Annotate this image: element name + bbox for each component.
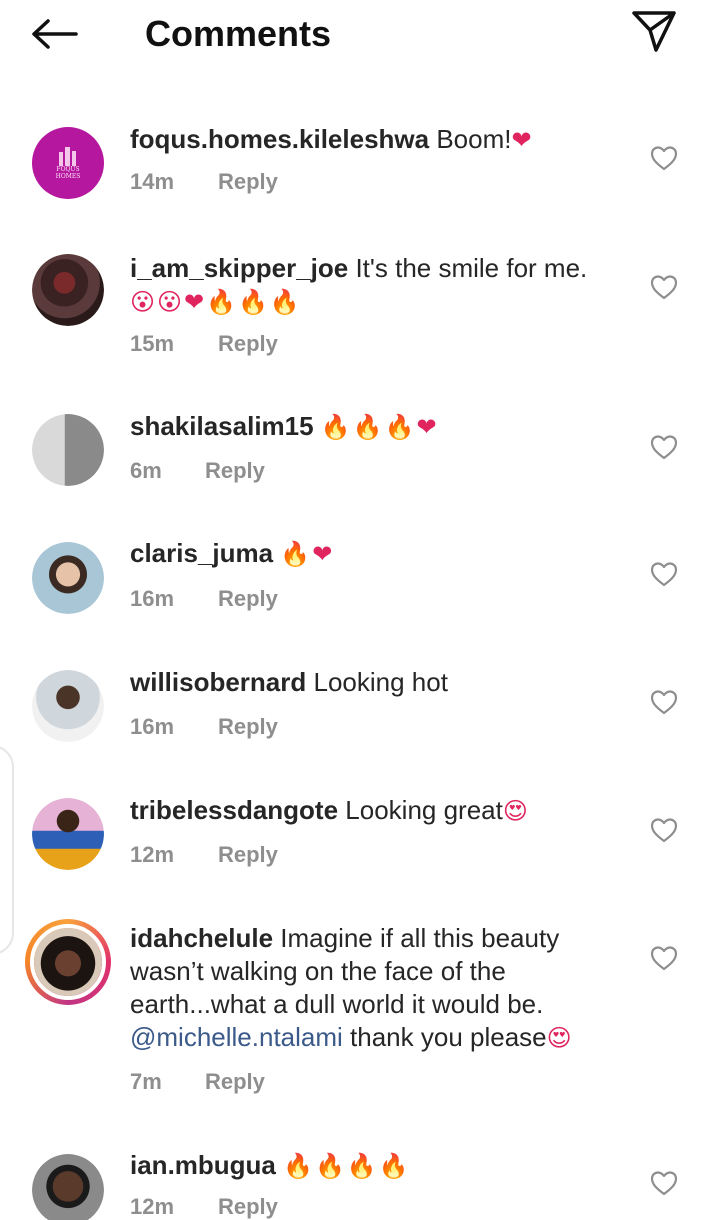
comment-meta: 12m Reply: [130, 1194, 278, 1220]
comment-text: It's the smile for me.: [348, 253, 588, 283]
comment-body: foqus.homes.kileleshwa Boom!❤: [130, 123, 630, 157]
emoji-text: 😍: [546, 1024, 574, 1052]
avatar[interactable]: [32, 542, 104, 614]
comment-body: tribelessdangote Looking great😍: [130, 794, 630, 828]
timestamp: 7m: [130, 1069, 162, 1094]
edge-panel-handle[interactable]: [0, 745, 14, 955]
reply-button[interactable]: Reply: [218, 714, 278, 739]
emoji-text: ❤: [511, 126, 534, 154]
reply-button[interactable]: Reply: [218, 1194, 278, 1219]
comment-body: shakilasalim15 🔥🔥🔥❤: [130, 410, 630, 444]
mention-link[interactable]: @michelle.ntalami: [130, 1022, 343, 1052]
comment-meta: 16m Reply: [130, 586, 278, 612]
arrow-left-icon: [32, 19, 78, 49]
comment-text: [314, 411, 321, 441]
username[interactable]: claris_juma: [130, 538, 273, 568]
header: Comments: [0, 0, 720, 70]
avatar[interactable]: FOQUS HOMES: [32, 127, 104, 199]
heart-icon[interactable]: [650, 817, 678, 843]
reply-button[interactable]: Reply: [218, 586, 278, 611]
comment-meta: 16m Reply: [130, 714, 278, 740]
timestamp: 16m: [130, 586, 175, 611]
building-logo-icon: [59, 147, 76, 166]
timestamp: 12m: [130, 1194, 175, 1219]
timestamp: 14m: [130, 169, 175, 194]
reply-button[interactable]: Reply: [205, 1069, 265, 1094]
avatar[interactable]: [32, 798, 104, 870]
comment-meta: 15m Reply: [130, 331, 278, 357]
avatar[interactable]: [32, 670, 104, 742]
comment-body: i_am_skipper_joe It's the smile for me. 😮…: [130, 252, 630, 319]
heart-icon[interactable]: [650, 1170, 678, 1196]
username[interactable]: tribelessdangote: [130, 795, 338, 825]
username[interactable]: willisobernard: [130, 667, 306, 697]
comment-body: ian.mbugua 🔥🔥🔥🔥: [130, 1149, 630, 1183]
heart-icon[interactable]: [650, 561, 678, 587]
comment-text-continued: thank you please: [342, 1022, 547, 1052]
avatar[interactable]: [32, 414, 104, 486]
heart-icon[interactable]: [650, 689, 678, 715]
avatar[interactable]: [32, 1154, 104, 1220]
comment-body: idahchelule Imagine if all this beauty w…: [130, 922, 620, 1055]
comment-text: Looking hot: [306, 667, 448, 697]
emoji-text: 😮😮❤🔥🔥🔥: [130, 288, 302, 316]
username[interactable]: shakilasalim15: [130, 411, 314, 441]
username[interactable]: foqus.homes.kileleshwa: [130, 124, 429, 154]
reply-button[interactable]: Reply: [218, 331, 278, 356]
comment-text: Boom!: [429, 124, 512, 154]
emoji-text: 🔥❤: [280, 540, 335, 568]
avatar-story-ring[interactable]: [25, 919, 111, 1005]
emoji-text: 🔥🔥🔥❤: [320, 413, 439, 441]
timestamp: 6m: [130, 458, 162, 483]
heart-icon[interactable]: [650, 945, 678, 971]
back-button[interactable]: [30, 12, 82, 56]
heart-icon[interactable]: [650, 434, 678, 460]
timestamp: 15m: [130, 331, 175, 356]
username[interactable]: ian.mbugua: [130, 1150, 276, 1180]
page-title: Comments: [145, 13, 332, 54]
emoji-text: 😍: [502, 797, 530, 825]
username[interactable]: idahchelule: [130, 923, 273, 953]
heart-icon[interactable]: [650, 145, 678, 171]
comment-meta: 12m Reply: [130, 842, 278, 868]
reply-button[interactable]: Reply: [205, 458, 265, 483]
heart-icon[interactable]: [650, 274, 678, 300]
avatar[interactable]: [32, 254, 104, 326]
logo-text: FOQUS HOMES: [55, 166, 81, 180]
comment-meta: 6m Reply: [130, 458, 265, 484]
comment-body: willisobernard Looking hot: [130, 666, 630, 699]
comment-text: Looking great: [338, 795, 503, 825]
comment-meta: 7m Reply: [130, 1069, 265, 1095]
timestamp: 12m: [130, 842, 175, 867]
emoji-text: 🔥🔥🔥🔥: [283, 1152, 411, 1180]
comment-body: claris_juma 🔥❤: [130, 537, 630, 571]
share-button[interactable]: [630, 8, 682, 54]
paper-plane-icon: [632, 11, 676, 52]
comment-meta: 14m Reply: [130, 169, 278, 195]
username[interactable]: i_am_skipper_joe: [130, 253, 348, 283]
reply-button[interactable]: Reply: [218, 842, 278, 867]
reply-button[interactable]: Reply: [218, 169, 278, 194]
timestamp: 16m: [130, 714, 175, 739]
